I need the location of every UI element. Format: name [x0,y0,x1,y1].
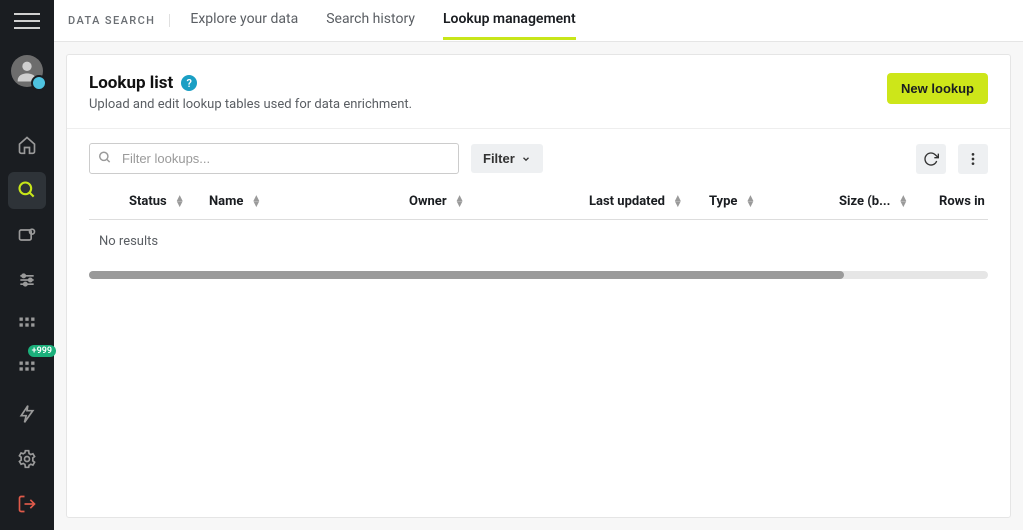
tab-explore[interactable]: Explore your data [190,1,298,40]
filter-input[interactable] [89,143,459,174]
new-lookup-button[interactable]: New lookup [887,73,988,104]
tab-lookup-management[interactable]: Lookup management [443,1,576,40]
column-owner[interactable]: Owner ▲▼ [409,194,589,209]
scrollbar-thumb[interactable] [89,271,844,279]
chevron-down-icon [521,154,531,164]
nav-search[interactable] [8,172,46,209]
horizontal-scrollbar[interactable] [89,271,988,279]
filter-button-label: Filter [483,151,515,166]
refresh-button[interactable] [916,144,946,174]
empty-state: No results [89,220,988,263]
menu-toggle[interactable] [6,6,48,35]
nav-alerts[interactable] [8,217,46,254]
sort-icon: ▲▼ [898,196,908,208]
column-size[interactable]: Size (b... ▲▼ [839,194,939,209]
nav-filters[interactable] [8,261,46,298]
page-subtitle: Upload and edit lookup tables used for d… [89,97,412,112]
help-icon[interactable]: ? [181,75,197,91]
filter-button[interactable]: Filter [471,144,543,173]
column-rows[interactable]: Rows in lo [939,194,988,209]
search-icon [98,149,112,168]
nav-logout[interactable] [8,485,46,522]
sort-icon: ▲▼ [175,196,185,208]
nav-flow[interactable] [8,396,46,433]
sort-icon: ▲▼ [745,196,755,208]
sort-icon: ▲▼ [251,196,261,208]
user-status-badge [31,75,47,91]
more-menu-button[interactable] [958,144,988,174]
nav-settings[interactable] [8,441,46,478]
column-name[interactable]: Name ▲▼ [209,194,409,209]
refresh-icon [923,151,939,167]
column-status[interactable]: Status ▲▼ [89,194,209,209]
more-vertical-icon [965,151,981,167]
user-avatar[interactable] [11,55,43,87]
tab-history[interactable]: Search history [326,1,415,40]
column-type[interactable]: Type ▲▼ [709,194,839,209]
nav-grid-1[interactable] [8,306,46,343]
breadcrumb: DATA SEARCH [68,14,170,27]
sort-icon: ▲▼ [673,196,683,208]
page-title: Lookup list [89,73,173,93]
nav-home[interactable] [8,127,46,164]
column-last-updated[interactable]: Last updated ▲▼ [589,194,709,209]
notification-badge: +999 [28,345,56,357]
sort-icon: ▲▼ [455,196,465,208]
nav-grid-2[interactable]: +999 [8,351,46,388]
